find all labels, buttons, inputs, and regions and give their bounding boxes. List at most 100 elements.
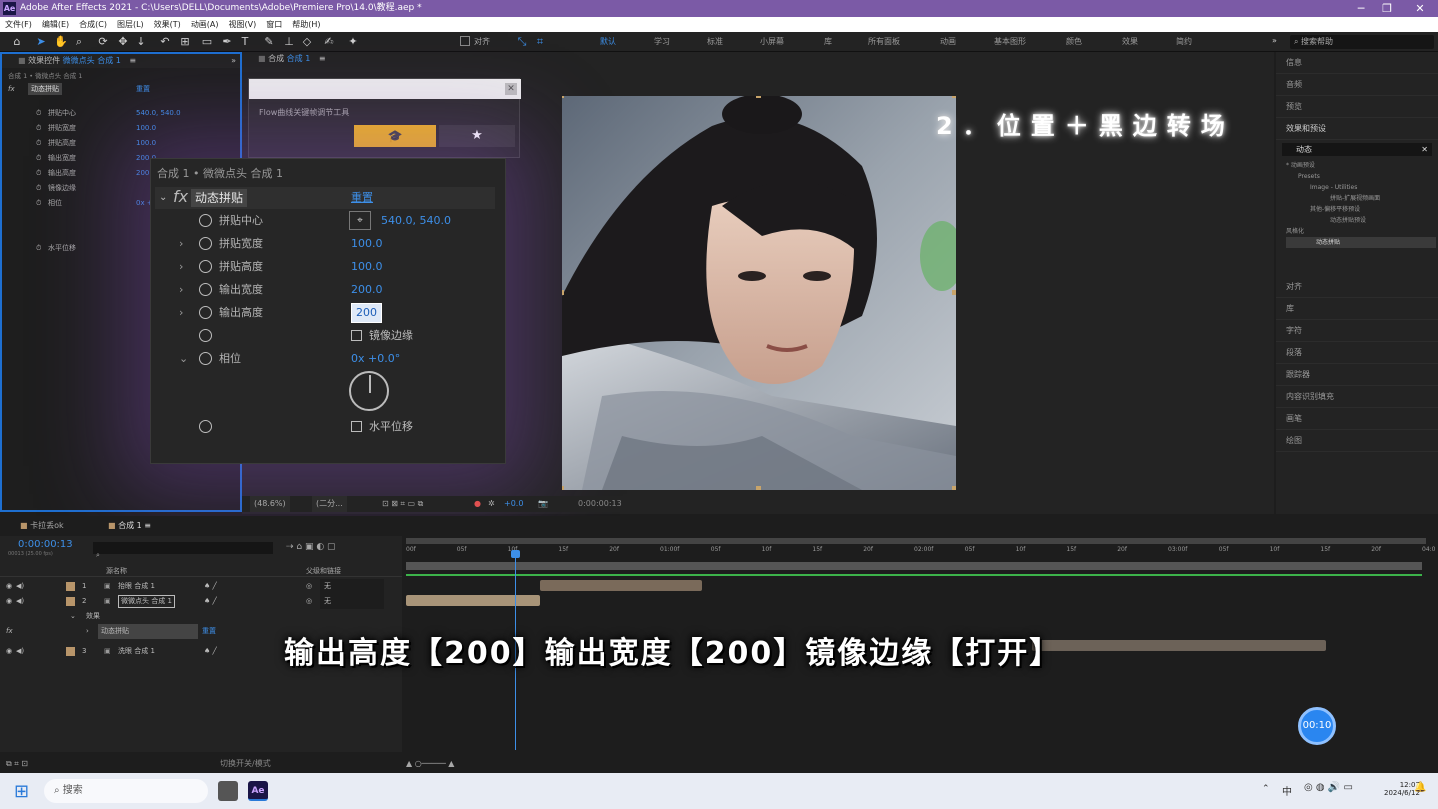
handle-bm[interactable]	[756, 486, 761, 490]
workspace-learn[interactable]: 学习	[654, 36, 670, 47]
workspace-color[interactable]: 颜色	[1066, 36, 1082, 47]
selection-tool-icon[interactable]: ➤	[34, 35, 48, 49]
visibility-eye-icon[interactable]: ◉	[6, 579, 12, 594]
pan-tool-icon[interactable]: ✥	[116, 35, 130, 49]
layer-name[interactable]: 微微点头 合成 1	[118, 595, 175, 608]
stopwatch-icon[interactable]	[199, 260, 212, 273]
layer-name[interactable]: 抬眼 合成 1	[118, 579, 155, 594]
expand-chevron-icon[interactable]: ›	[179, 301, 183, 324]
hand-tool-icon[interactable]: ✋	[54, 35, 68, 49]
pen-tool-icon[interactable]: ✒	[220, 35, 234, 49]
ime-language[interactable]: 中	[1282, 783, 1292, 798]
clone-stamp-tool-icon[interactable]: ⊥	[282, 35, 296, 49]
visibility-eye-icon[interactable]: ◉	[6, 594, 12, 609]
layer-search-input[interactable]: ⌕	[93, 542, 273, 559]
taskbar-after-effects-icon[interactable]: Ae	[248, 781, 268, 801]
layer-2-bar[interactable]	[406, 595, 540, 606]
flow-learn-icon[interactable]: 🎓	[354, 125, 436, 147]
tree-motion-tile[interactable]: 动态拼贴	[1286, 237, 1436, 248]
composition-tab[interactable]: ■ 合成 合成 1 ≡	[242, 52, 522, 66]
workspace-essential-graphics[interactable]: 基本图形	[994, 36, 1026, 47]
menu-help[interactable]: 帮助(H)	[287, 17, 325, 32]
expand-chevron-icon[interactable]: ›	[86, 624, 89, 639]
stopwatch-icon[interactable]	[199, 352, 212, 365]
stopwatch-icon[interactable]	[199, 237, 212, 250]
expand-chevron-icon[interactable]: ›	[179, 232, 183, 255]
align-checkbox[interactable]	[460, 36, 470, 46]
effect-row-name[interactable]: 动态拼贴	[98, 624, 198, 639]
panel-preview[interactable]: 预览	[1276, 96, 1438, 118]
handle-br[interactable]	[952, 486, 956, 490]
resolution-select[interactable]: (二分...	[312, 496, 347, 512]
toggle-switches-modes[interactable]: 切换开关/模式	[220, 756, 271, 772]
eraser-tool-icon[interactable]: ◇	[300, 35, 314, 49]
handle-ml[interactable]	[562, 290, 564, 295]
tree-tile-expand[interactable]: 拼贴-扩展视频画面	[1286, 193, 1436, 204]
fx-icon-large[interactable]: fx	[173, 187, 188, 207]
taskbar-file-explorer-icon[interactable]	[218, 781, 238, 801]
stopwatch-icon[interactable]	[199, 306, 212, 319]
flow-close-icon[interactable]: ✕	[505, 83, 517, 95]
workspace-minimal[interactable]: 简约	[1176, 36, 1192, 47]
time-ruler[interactable]: 00f 05f 10f 15f 20f 01:00f 05f 10f 15f 20f 02:00f 0…	[402, 546, 1438, 560]
menu-animation[interactable]: 动画(A)	[186, 17, 224, 32]
search-help-input[interactable]: ⌕ 搜索帮助	[1290, 35, 1434, 49]
layer-3-bar[interactable]	[1032, 640, 1326, 651]
zoom-prop-value[interactable]: 100.0	[351, 232, 383, 255]
tree-stylize[interactable]: 风格化	[1286, 226, 1436, 237]
viewer-timecode[interactable]: 0:00:00:13	[578, 496, 622, 512]
stopwatch-icon[interactable]	[199, 329, 212, 342]
fx-icon[interactable]: fx	[6, 624, 13, 639]
viewer-toggle-icons[interactable]: ⊡ ⊠ ⌗ ▭ ⧉	[382, 496, 423, 512]
audio-icon[interactable]: ◀)	[16, 594, 24, 609]
tree-image-utilities[interactable]: Image - Utilities	[1286, 182, 1436, 193]
expand-chevron-icon[interactable]: ›	[179, 278, 183, 301]
layer-row[interactable]: ◉ ◀) 1 ▣ 抬眼 合成 1 ♠ ╱ ◎ 无	[0, 579, 402, 594]
handle-tr[interactable]	[952, 96, 956, 98]
taskbar-search[interactable]: ⌕ 搜索	[44, 779, 208, 803]
zoom-prop-value[interactable]: 200.0	[351, 278, 383, 301]
workspace-effects[interactable]: 效果	[1122, 36, 1138, 47]
stopwatch-icon[interactable]: ⏱	[36, 151, 41, 166]
handle-tm[interactable]	[756, 96, 761, 98]
stopwatch-icon[interactable]: ⏱	[36, 106, 41, 121]
panel-paint[interactable]: 绘图	[1276, 430, 1438, 452]
label-color-swatch[interactable]	[66, 597, 75, 606]
checkbox[interactable]	[351, 421, 362, 432]
color-icon[interactable]: ●	[474, 496, 481, 512]
rotate-tool-icon[interactable]: ↶	[158, 35, 172, 49]
expand-chevron-icon[interactable]: ›	[179, 255, 183, 278]
shy-icon[interactable]: ♠ ╱	[204, 594, 217, 609]
menu-view[interactable]: 视图(V)	[224, 17, 262, 32]
current-timecode[interactable]: 0:00:00:13	[18, 539, 73, 550]
workspace-standard[interactable]: 标准	[707, 36, 723, 47]
checkbox[interactable]	[351, 330, 362, 341]
stopwatch-icon[interactable]: ⏱	[36, 181, 41, 196]
close-button[interactable]: ✕	[1405, 0, 1435, 17]
audio-icon[interactable]: ◀)	[16, 579, 24, 594]
tree-animation-presets[interactable]: * 动画预设	[1286, 160, 1436, 171]
zoom-slider-icon[interactable]: ▲ ○───── ▲	[406, 756, 454, 772]
zoom-prop-value-editing[interactable]: 200	[351, 303, 382, 323]
effect-row-reset[interactable]: 重置	[202, 624, 216, 639]
shy-icon[interactable]: ♠ ╱	[204, 644, 217, 659]
stopwatch-icon[interactable]	[199, 420, 212, 433]
menu-layer[interactable]: 图层(L)	[112, 17, 149, 32]
audio-icon[interactable]: ◀)	[16, 644, 24, 659]
fx-icon[interactable]: fx	[8, 82, 15, 97]
tray-chevron-icon[interactable]: ⌃	[1262, 784, 1270, 794]
panel-info[interactable]: 信息	[1276, 52, 1438, 74]
tree-presets[interactable]: Presets	[1286, 171, 1436, 182]
workspace-default[interactable]: 默认	[600, 36, 616, 47]
effect-prop-value[interactable]: 100.0	[136, 136, 156, 151]
brush-tool-icon[interactable]: ✎	[262, 35, 276, 49]
stopwatch-icon[interactable]: ⏱	[36, 196, 41, 211]
panel-align[interactable]: 对齐	[1276, 276, 1438, 298]
tree-other-offset[interactable]: 其他-偏移平移预设	[1286, 204, 1436, 215]
workspace-more-icon[interactable]: »	[1272, 36, 1277, 45]
handle-mr[interactable]	[952, 290, 956, 295]
collapse-chevron-icon[interactable]: ⌄	[179, 347, 188, 370]
rectangle-tool-icon[interactable]: ▭	[200, 35, 214, 49]
effect-prop-value[interactable]: 540.0, 540.0	[136, 106, 181, 121]
workspace-library[interactable]: 库	[824, 36, 832, 47]
